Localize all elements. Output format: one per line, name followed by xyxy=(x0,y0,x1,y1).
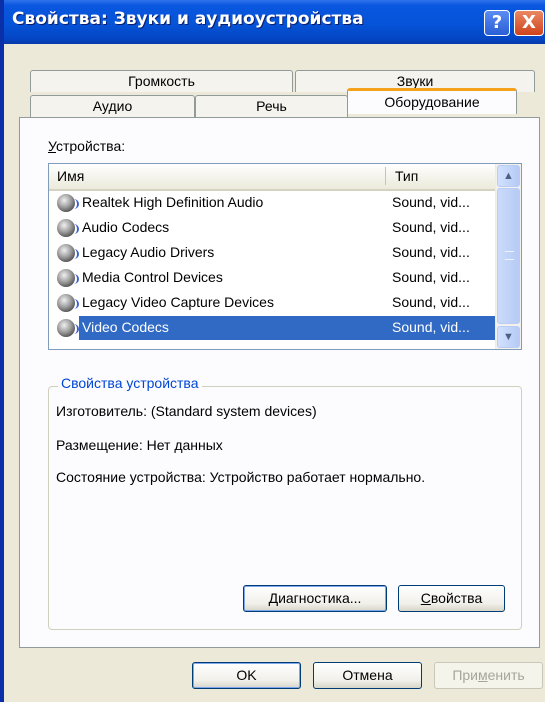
hardware-panel: Устройства: Имя Тип Realtek High Definit… xyxy=(19,117,540,648)
scroll-down-button[interactable]: ▼ xyxy=(497,326,520,348)
tab-voice-label: Речь xyxy=(256,98,287,114)
speaker-icon xyxy=(57,219,79,237)
speaker-icon xyxy=(57,269,79,287)
manufacturer-text: Изготовитель: (Standard system devices) xyxy=(56,403,317,419)
device-properties-title: Свойства устройства xyxy=(58,375,202,391)
device-type: Sound, vid... xyxy=(392,294,470,310)
status-text: Состояние устройства: Устройство работае… xyxy=(56,469,426,485)
tab-volume[interactable]: Громкость xyxy=(30,70,293,92)
help-icon: ? xyxy=(491,12,503,33)
scroll-up-button[interactable]: ▲ xyxy=(497,165,520,187)
list-item[interactable]: Legacy Audio Drivers Sound, vid... xyxy=(49,241,495,265)
chevron-up-icon: ▲ xyxy=(503,170,514,182)
device-type: Sound, vid... xyxy=(392,319,470,335)
tab-volume-label: Громкость xyxy=(128,73,195,89)
device-type: Sound, vid... xyxy=(392,244,470,260)
list-item[interactable]: Legacy Video Capture Devices Sound, vid.… xyxy=(49,291,495,315)
device-name: Realtek High Definition Audio xyxy=(82,194,264,210)
tab-hardware-label: Оборудование xyxy=(384,94,480,110)
vertical-scrollbar[interactable]: ▲ ▼ xyxy=(495,164,521,349)
scroll-thumb[interactable] xyxy=(497,188,520,324)
column-header-type[interactable]: Тип xyxy=(395,168,418,184)
speaker-icon xyxy=(57,294,79,312)
title-bar[interactable]: Свойства: Звуки и аудиоустройства ? X xyxy=(4,0,545,44)
tab-audio[interactable]: Аудио xyxy=(30,95,195,117)
tab-hardware[interactable]: Оборудование xyxy=(347,88,517,114)
close-icon: X xyxy=(522,12,536,33)
properties-button[interactable]: Свойства xyxy=(398,585,505,612)
device-name: Media Control Devices xyxy=(82,269,223,285)
close-button[interactable]: X xyxy=(514,10,544,36)
device-name: Video Codecs xyxy=(82,319,169,335)
list-item[interactable]: Realtek High Definition Audio Sound, vid… xyxy=(49,191,495,215)
device-type: Sound, vid... xyxy=(392,194,470,210)
ok-button[interactable]: OK xyxy=(192,662,301,689)
device-name: Audio Codecs xyxy=(82,219,170,235)
tab-sounds-label: Звуки xyxy=(396,73,434,89)
speaker-icon xyxy=(57,244,79,262)
list-item[interactable]: Media Control Devices Sound, vid... xyxy=(49,266,495,290)
device-name: Legacy Audio Drivers xyxy=(82,244,215,260)
tab-voice[interactable]: Речь xyxy=(195,95,348,117)
list-header: Имя Тип xyxy=(49,164,495,191)
apply-button[interactable]: Применить xyxy=(434,662,543,689)
devices-label: Устройства: xyxy=(48,138,126,154)
devices-list[interactable]: Имя Тип Realtek High Definition Audio So… xyxy=(48,163,522,350)
device-name: Legacy Video Capture Devices xyxy=(82,294,274,310)
tab-audio-label: Аудио xyxy=(92,98,133,114)
list-item[interactable]: Audio Codecs Sound, vid... xyxy=(49,216,495,240)
column-header-name[interactable]: Имя xyxy=(57,168,84,184)
window-title: Свойства: Звуки и аудиоустройства xyxy=(12,9,364,29)
dialog-window: Свойства: Звуки и аудиоустройства ? X Гр… xyxy=(0,0,545,702)
device-type: Sound, vid... xyxy=(392,269,470,285)
grip-icon xyxy=(505,251,514,260)
cancel-button[interactable]: Отмена xyxy=(313,662,422,689)
troubleshoot-button[interactable]: Диагностика... xyxy=(243,585,387,612)
speaker-icon xyxy=(57,319,79,337)
speaker-icon xyxy=(57,194,79,212)
location-text: Размещение: Нет данных xyxy=(56,437,223,453)
list-item-selected[interactable]: Video Codecs Sound, vid... xyxy=(49,316,495,340)
help-button[interactable]: ? xyxy=(484,10,510,36)
chevron-down-icon: ▼ xyxy=(503,331,514,343)
device-type: Sound, vid... xyxy=(392,219,470,235)
